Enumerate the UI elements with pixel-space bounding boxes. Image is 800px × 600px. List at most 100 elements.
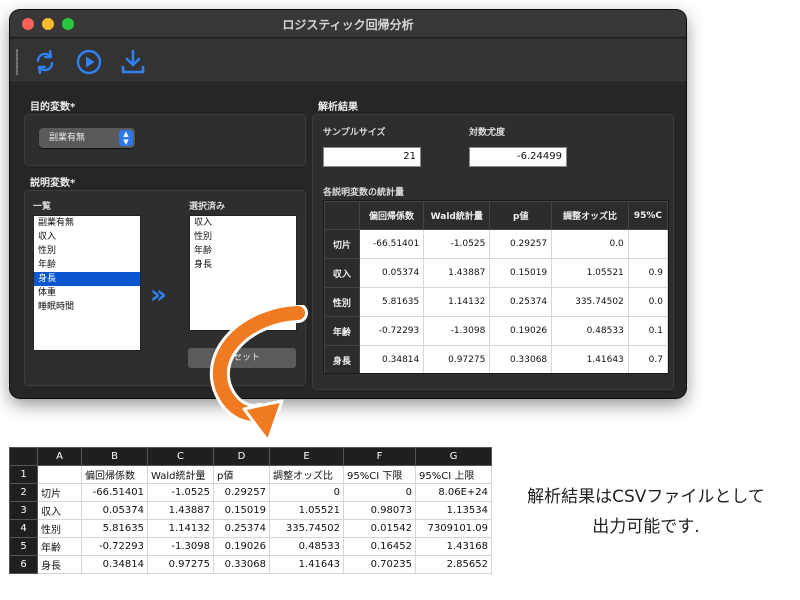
list-item[interactable]: 年齢 bbox=[34, 258, 140, 272]
title-bar: ロジスティック回帰分析 bbox=[10, 10, 686, 38]
table-cell: 0.25374 bbox=[489, 287, 553, 317]
sheet-cell[interactable]: 0 bbox=[343, 483, 416, 502]
target-popup[interactable]: 副業有無 ▲ ▼ bbox=[39, 128, 135, 148]
sheet-cell[interactable]: 7309101.09 bbox=[415, 519, 492, 538]
sheet-cell[interactable]: 性別 bbox=[37, 519, 82, 538]
list-item[interactable]: 身長 bbox=[190, 258, 296, 272]
sheet-corner[interactable] bbox=[9, 447, 38, 466]
list-item[interactable]: 年齢 bbox=[190, 244, 296, 258]
variable-list[interactable]: 副業有無 収入 性別 年齢 身長 体重 睡眠時間 bbox=[33, 215, 141, 351]
sheet-cell[interactable]: 0 bbox=[269, 483, 344, 502]
column-header[interactable]: Wald統計量 bbox=[423, 201, 491, 230]
sheet-cell[interactable]: 0.25374 bbox=[213, 519, 270, 538]
table-row[interactable]: 性別 5.81635 1.14132 0.25374 335.74502 0.0 bbox=[324, 287, 668, 317]
sheet-column-header[interactable]: F bbox=[343, 447, 416, 466]
sheet-cell[interactable]: 0.19026 bbox=[213, 537, 270, 556]
download-icon bbox=[121, 49, 145, 74]
sheet-row: 2 切片 -66.51401 -1.0525 0.29257 0 0 8.06E… bbox=[9, 483, 492, 502]
add-variable-chevrons-icon[interactable]: » bbox=[150, 280, 167, 310]
run-button[interactable] bbox=[74, 47, 104, 77]
sheet-cell[interactable]: 0.70235 bbox=[343, 555, 416, 574]
sheet-cell[interactable]: 1.13534 bbox=[415, 501, 492, 520]
list-item[interactable]: 体重 bbox=[34, 286, 140, 300]
results-section-label: 解析結果 bbox=[318, 102, 358, 113]
list-item-selected[interactable]: 身長 bbox=[34, 272, 140, 286]
sheet-cell[interactable]: 1.05521 bbox=[269, 501, 344, 520]
list-item[interactable]: 副業有無 bbox=[34, 216, 140, 230]
sheet-cell[interactable]: Wald統計量 bbox=[147, 465, 214, 484]
sheet-cell[interactable]: 切片 bbox=[37, 483, 82, 502]
sheet-cell[interactable]: 0.48533 bbox=[269, 537, 344, 556]
loglik-field[interactable]: -6.24499 bbox=[469, 147, 567, 167]
sheet-cell[interactable]: 95%CI 下限 bbox=[343, 465, 416, 484]
list-item[interactable]: 性別 bbox=[190, 230, 296, 244]
sheet-row-number[interactable]: 4 bbox=[9, 519, 38, 538]
refresh-icon bbox=[36, 49, 54, 75]
sheet-cell[interactable]: 95%CI 上限 bbox=[415, 465, 492, 484]
sheet-cell[interactable]: 0.15019 bbox=[213, 501, 270, 520]
column-header[interactable]: 調整オッズ比 bbox=[551, 201, 629, 230]
column-header[interactable]: 95%C bbox=[627, 201, 668, 230]
sheet-column-header[interactable]: E bbox=[269, 447, 344, 466]
column-header[interactable]: 偏回帰係数 bbox=[358, 201, 425, 230]
sheet-cell[interactable]: 調整オッズ比 bbox=[269, 465, 344, 484]
sheet-cell[interactable]: 0.97275 bbox=[147, 555, 214, 574]
refresh-button[interactable] bbox=[30, 47, 60, 77]
table-cell: 0.48533 bbox=[551, 316, 629, 346]
row-header: 切片 bbox=[324, 229, 360, 259]
sheet-cell[interactable]: 1.43168 bbox=[415, 537, 492, 556]
table-row[interactable]: 切片 -66.51401 -1.0525 0.29257 0.0 bbox=[324, 229, 668, 259]
sheet-cell[interactable]: 0.29257 bbox=[213, 483, 270, 502]
sheet-column-header[interactable]: C bbox=[147, 447, 214, 466]
sample-size-field[interactable]: 21 bbox=[323, 147, 421, 167]
sheet-cell[interactable]: 0.05374 bbox=[81, 501, 148, 520]
table-row[interactable]: 収入 0.05374 1.43887 0.15019 1.05521 0.9 bbox=[324, 258, 668, 288]
sheet-cell[interactable]: 0.98073 bbox=[343, 501, 416, 520]
table-cell: 1.41643 bbox=[551, 345, 629, 373]
sheet-cell[interactable]: 身長 bbox=[37, 555, 82, 574]
sheet-row-number[interactable]: 5 bbox=[9, 537, 38, 556]
sheet-row-number[interactable]: 3 bbox=[9, 501, 38, 520]
stats-table-container[interactable]: 偏回帰係数 Wald統計量 p値 調整オッズ比 95%C 切片 -66.5140… bbox=[323, 200, 669, 374]
table-row[interactable]: 身長 0.34814 0.97275 0.33068 1.41643 0.7 bbox=[324, 345, 668, 373]
sheet-column-header[interactable]: B bbox=[81, 447, 148, 466]
sheet-column-header[interactable]: G bbox=[415, 447, 492, 466]
list-item[interactable]: 性別 bbox=[34, 244, 140, 258]
table-cell: 0.9 bbox=[627, 258, 668, 288]
sheet-cell[interactable]: 0.33068 bbox=[213, 555, 270, 574]
table-row[interactable]: 年齢 -0.72293 -1.3098 0.19026 0.48533 0.1 bbox=[324, 316, 668, 346]
sheet-cell[interactable]: 1.43887 bbox=[147, 501, 214, 520]
row-header: 収入 bbox=[324, 258, 360, 288]
sheet-column-header[interactable]: A bbox=[37, 447, 82, 466]
sheet-cell[interactable]: 8.06E+24 bbox=[415, 483, 492, 502]
sheet-cell[interactable]: 0.34814 bbox=[81, 555, 148, 574]
sheet-column-header[interactable]: D bbox=[213, 447, 270, 466]
table-cell: -1.3098 bbox=[423, 316, 491, 346]
sheet-cell[interactable]: -66.51401 bbox=[81, 483, 148, 502]
sheet-cell[interactable]: 0.01542 bbox=[343, 519, 416, 538]
sheet-cell[interactable]: 335.74502 bbox=[269, 519, 344, 538]
list-item[interactable]: 収入 bbox=[34, 230, 140, 244]
sheet-cell[interactable]: -1.0525 bbox=[147, 483, 214, 502]
sheet-cell[interactable]: 5.81635 bbox=[81, 519, 148, 538]
sheet-cell[interactable]: 収入 bbox=[37, 501, 82, 520]
list-item[interactable]: 収入 bbox=[190, 216, 296, 230]
sheet-row-number[interactable]: 2 bbox=[9, 483, 38, 502]
sheet-cell[interactable]: -1.3098 bbox=[147, 537, 214, 556]
list-item[interactable]: 睡眠時間 bbox=[34, 300, 140, 314]
sheet-cell[interactable]: 偏回帰係数 bbox=[81, 465, 148, 484]
sheet-row-number[interactable]: 6 bbox=[9, 555, 38, 574]
sheet-cell[interactable]: 0.16452 bbox=[343, 537, 416, 556]
sheet-cell[interactable]: p値 bbox=[213, 465, 270, 484]
sheet-cell[interactable]: 年齢 bbox=[37, 537, 82, 556]
download-button[interactable] bbox=[118, 47, 148, 77]
sheet-cell[interactable] bbox=[37, 465, 82, 484]
sheet-cell[interactable]: 1.41643 bbox=[269, 555, 344, 574]
sheet-cell[interactable]: 1.14132 bbox=[147, 519, 214, 538]
sheet-row: 1 偏回帰係数 Wald統計量 p値 調整オッズ比 95%CI 下限 95%CI… bbox=[9, 465, 492, 484]
sheet-row-number[interactable]: 1 bbox=[9, 465, 38, 484]
sheet-cell[interactable]: -0.72293 bbox=[81, 537, 148, 556]
sheet-cell[interactable]: 2.85652 bbox=[415, 555, 492, 574]
caption-line-1: 解析結果はCSVファイルとして bbox=[527, 487, 765, 507]
column-header[interactable]: p値 bbox=[489, 201, 553, 230]
